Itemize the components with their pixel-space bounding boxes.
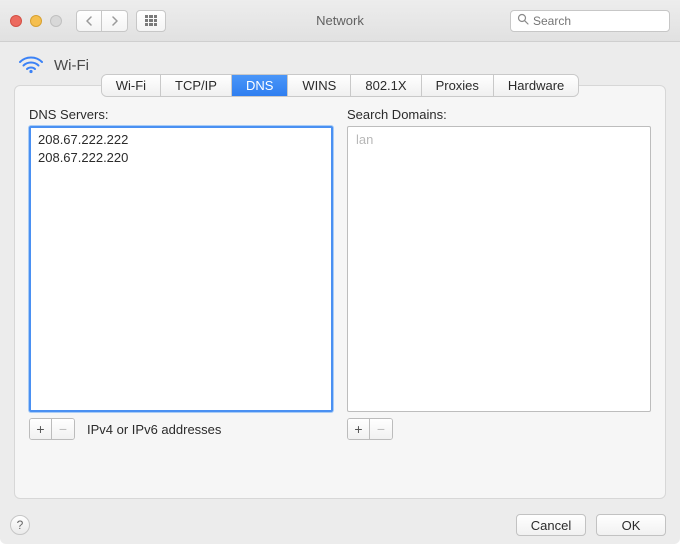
tab-proxies[interactable]: Proxies — [422, 75, 494, 96]
minimize-window-button[interactable] — [30, 15, 42, 27]
network-preferences-window: Network Wi-Fi Wi-FiTCP/IPDNSWINS802.1XPr… — [0, 0, 680, 544]
show-all-button[interactable] — [136, 10, 166, 32]
search-domains-remove-button[interactable]: − — [370, 419, 392, 439]
search-domains-list[interactable]: lan — [347, 126, 651, 412]
search-domains-column: Search Domains: lan + − — [347, 107, 651, 440]
grid-icon — [145, 15, 157, 27]
dns-add-button[interactable]: + — [30, 419, 52, 439]
dns-remove-button[interactable]: − — [52, 419, 74, 439]
chevron-left-icon — [85, 16, 93, 26]
connection-name: Wi-Fi — [54, 57, 89, 74]
back-button[interactable] — [76, 10, 102, 32]
tab-8021x[interactable]: 802.1X — [351, 75, 421, 96]
zoom-window-button-disabled — [50, 15, 62, 27]
tab-bar: Wi-FiTCP/IPDNSWINS802.1XProxiesHardware — [15, 75, 665, 96]
window-controls — [10, 15, 62, 27]
settings-panel: Wi-FiTCP/IPDNSWINS802.1XProxiesHardware … — [14, 85, 666, 499]
help-button[interactable]: ? — [10, 515, 30, 535]
nav-buttons — [76, 10, 128, 32]
tab-hardware[interactable]: Hardware — [494, 75, 578, 96]
search-domains-add-button[interactable]: + — [348, 419, 370, 439]
tab-wins[interactable]: WINS — [288, 75, 351, 96]
close-window-button[interactable] — [10, 15, 22, 27]
search-input[interactable] — [533, 14, 680, 28]
dns-servers-list[interactable]: 208.67.222.222208.67.222.220 — [29, 126, 333, 412]
dialog-footer: ? Cancel OK — [10, 514, 666, 536]
dns-list-footer: + − IPv4 or IPv6 addresses — [29, 418, 333, 440]
ok-button[interactable]: OK — [596, 514, 666, 536]
search-domain-placeholder: lan — [356, 131, 642, 149]
search-icon — [517, 13, 529, 28]
dns-server-entry[interactable]: 208.67.222.220 — [38, 149, 324, 167]
tab-dns[interactable]: DNS — [232, 75, 288, 96]
dns-hint: IPv4 or IPv6 addresses — [87, 422, 221, 437]
dns-servers-column: DNS Servers: 208.67.222.222208.67.222.22… — [29, 107, 333, 440]
search-field[interactable] — [510, 10, 670, 32]
question-icon: ? — [17, 518, 24, 532]
dns-servers-label: DNS Servers: — [29, 107, 333, 122]
forward-button[interactable] — [102, 10, 128, 32]
search-domains-add-remove: + − — [347, 418, 393, 440]
cancel-button[interactable]: Cancel — [516, 514, 586, 536]
tab-wifi[interactable]: Wi-Fi — [102, 75, 161, 96]
tab-tcpip[interactable]: TCP/IP — [161, 75, 232, 96]
dns-server-entry[interactable]: 208.67.222.222 — [38, 131, 324, 149]
chevron-right-icon — [111, 16, 119, 26]
dns-tab-content: DNS Servers: 208.67.222.222208.67.222.22… — [15, 107, 665, 440]
dns-add-remove: + − — [29, 418, 75, 440]
search-domains-list-footer: + − — [347, 418, 651, 440]
wifi-icon — [18, 54, 44, 77]
search-domains-label: Search Domains: — [347, 107, 651, 122]
titlebar: Network — [0, 0, 680, 42]
